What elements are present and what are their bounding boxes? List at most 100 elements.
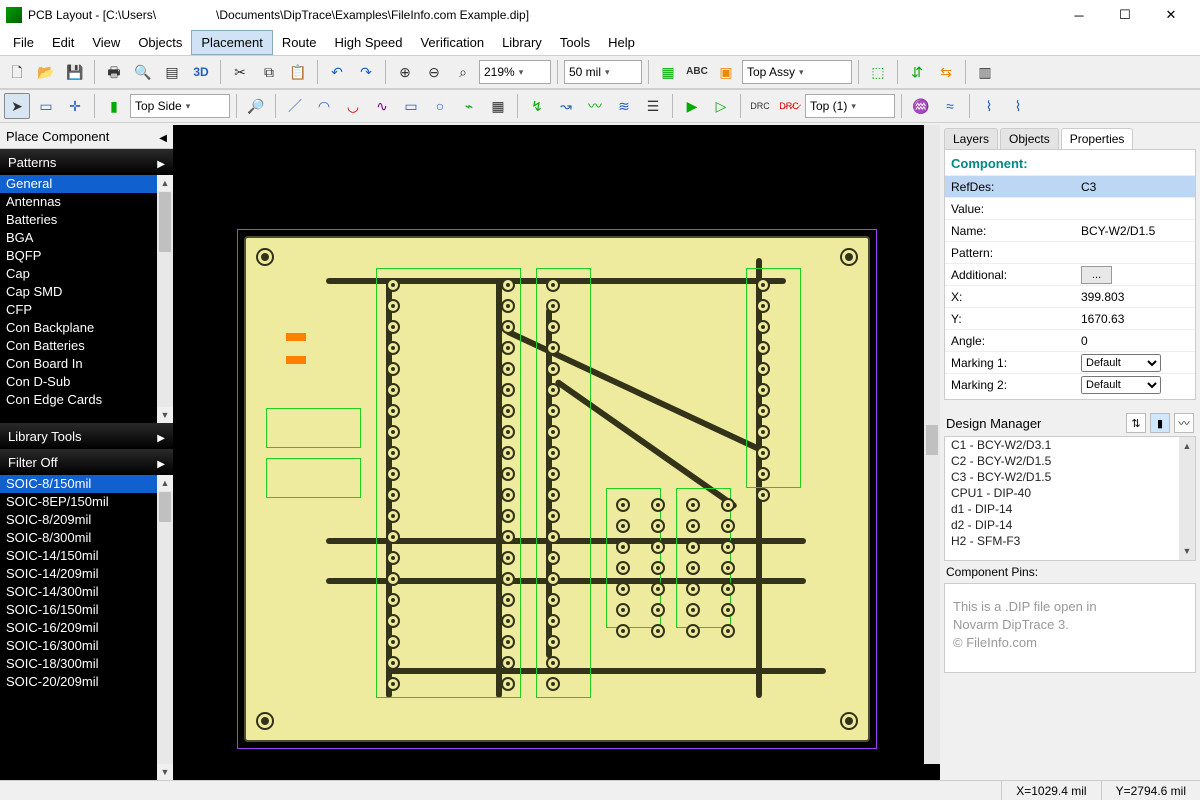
prop-angle[interactable]: Angle:0	[945, 329, 1195, 351]
footprint-item[interactable]: SOIC-16/209mil	[0, 619, 173, 637]
image-icon[interactable]: ▣	[713, 59, 739, 85]
table-icon[interactable]: ▦	[485, 93, 511, 119]
paste-icon[interactable]: 📋	[285, 59, 311, 85]
category-item[interactable]: Con Backplane	[0, 319, 173, 337]
footprint-scrollbar[interactable]: ▲▼	[157, 475, 173, 780]
prop-additional[interactable]: Additional:...	[945, 263, 1195, 285]
prop-name[interactable]: Name:BCY-W2/D1.5	[945, 219, 1195, 241]
tab-layers[interactable]: Layers	[944, 128, 998, 149]
dm-item[interactable]: C3 - BCY-W2/D1.5	[945, 469, 1195, 485]
zoom-out-icon[interactable]: ⊖	[421, 59, 447, 85]
side-select[interactable]: Top Side▾	[130, 94, 230, 118]
menu-placement[interactable]: Placement	[191, 30, 272, 55]
menu-high-speed[interactable]: High Speed	[326, 30, 412, 55]
arc-icon[interactable]: ◠	[311, 93, 337, 119]
diffpair2-icon[interactable]: ≈	[937, 93, 963, 119]
expand-icon[interactable]	[157, 155, 165, 170]
design-manager-list[interactable]: C1 - BCY-W2/D3.1C2 - BCY-W2/D1.5C3 - BCY…	[944, 436, 1196, 561]
cut-icon[interactable]: ✂	[227, 59, 253, 85]
library-tools-header[interactable]: Library Tools	[0, 423, 173, 449]
menu-verification[interactable]: Verification	[411, 30, 493, 55]
dm-scrollbar[interactable]: ▲ ▼	[1179, 437, 1195, 560]
dm-item[interactable]: C2 - BCY-W2/D1.5	[945, 453, 1195, 469]
footprint-item[interactable]: SOIC-16/150mil	[0, 601, 173, 619]
pointer-tool-icon[interactable]: ➤	[4, 93, 30, 119]
route-fan-icon[interactable]: ☰	[640, 93, 666, 119]
footprint-item[interactable]: SOIC-14/209mil	[0, 565, 173, 583]
marking1-select[interactable]: Default	[1081, 354, 1161, 372]
menu-file[interactable]: File	[4, 30, 43, 55]
assy-layer-select[interactable]: Top Assy▾	[742, 60, 852, 84]
place-component-header[interactable]: Place Component	[0, 125, 173, 149]
footprint-item[interactable]: SOIC-8EP/150mil	[0, 493, 173, 511]
footprint-item[interactable]: SOIC-8/300mil	[0, 529, 173, 547]
rect-icon[interactable]: ▭	[398, 93, 424, 119]
dm-item[interactable]: d2 - DIP-14	[945, 517, 1195, 533]
footprint-item[interactable]: SOIC-8/150mil	[0, 475, 173, 493]
additional-button[interactable]: ...	[1081, 266, 1112, 284]
collapse-icon[interactable]	[159, 129, 167, 144]
marking2-select[interactable]: Default	[1081, 376, 1161, 394]
signal-layer-select[interactable]: Top (1)▾	[805, 94, 895, 118]
preview-icon[interactable]: 🔍	[130, 59, 156, 85]
expand-icon[interactable]	[157, 455, 165, 470]
category-scrollbar[interactable]: ▲▼	[157, 175, 173, 423]
route-bus-icon[interactable]: ≋	[611, 93, 637, 119]
backannotate-icon[interactable]: ⇆	[933, 59, 959, 85]
menu-help[interactable]: Help	[599, 30, 644, 55]
category-list[interactable]: GeneralAntennasBatteriesBGABQFPCapCap SM…	[0, 175, 173, 423]
menu-library[interactable]: Library	[493, 30, 551, 55]
menu-objects[interactable]: Objects	[129, 30, 191, 55]
patterns-header[interactable]: Patterns	[0, 149, 173, 175]
drc-off-icon[interactable]: D̷R̷C̷	[776, 93, 802, 119]
footprint-item[interactable]: SOIC-20/209mil	[0, 673, 173, 691]
menu-tools[interactable]: Tools	[551, 30, 599, 55]
category-item[interactable]: Con Batteries	[0, 337, 173, 355]
measure-icon[interactable]: ▭	[33, 93, 59, 119]
close-button[interactable]: ✕	[1148, 0, 1194, 30]
drc-icon[interactable]: DRC	[747, 93, 773, 119]
category-item[interactable]: Cap	[0, 265, 173, 283]
component-icon[interactable]: ▮	[101, 93, 127, 119]
poly-icon[interactable]: ⌁	[456, 93, 482, 119]
dm-sort-icon[interactable]: ⇅	[1126, 413, 1146, 433]
redo-icon[interactable]: ↷	[353, 59, 379, 85]
arc2-icon[interactable]: ◡	[340, 93, 366, 119]
canvas-scrollbar-vertical[interactable]	[924, 125, 940, 764]
category-item[interactable]: BQFP	[0, 247, 173, 265]
find-icon[interactable]: 🔎	[243, 93, 269, 119]
footprint-list[interactable]: SOIC-8/150milSOIC-8EP/150milSOIC-8/209mi…	[0, 475, 173, 780]
route-manual-icon[interactable]: ↯	[524, 93, 550, 119]
menu-view[interactable]: View	[83, 30, 129, 55]
autoroute-stop-icon[interactable]: ▷	[708, 93, 734, 119]
text-tool-icon[interactable]: ABC	[684, 59, 710, 85]
category-item[interactable]: General	[0, 175, 173, 193]
footprint-item[interactable]: SOIC-8/209mil	[0, 511, 173, 529]
route-edit-icon[interactable]: ↝	[553, 93, 579, 119]
new-icon[interactable]: 🗋	[4, 59, 30, 85]
tab-objects[interactable]: Objects	[1000, 128, 1059, 149]
undo-icon[interactable]: ↶	[324, 59, 350, 85]
spline-icon[interactable]: ∿	[369, 93, 395, 119]
dm-net-icon[interactable]: 〰	[1174, 413, 1194, 433]
updatelib-icon[interactable]: ⇵	[904, 59, 930, 85]
menu-route[interactable]: Route	[273, 30, 326, 55]
dm-item[interactable]: d1 - DIP-14	[945, 501, 1195, 517]
prop-value[interactable]: Value:	[945, 197, 1195, 219]
prop-y[interactable]: Y:1670.63	[945, 307, 1195, 329]
circle-icon[interactable]: ○	[427, 93, 453, 119]
renumber-icon[interactable]: ⬚	[865, 59, 891, 85]
category-item[interactable]: BGA	[0, 229, 173, 247]
category-item[interactable]: Batteries	[0, 211, 173, 229]
zoom-in-icon[interactable]: ⊕	[392, 59, 418, 85]
grid-select[interactable]: 50 mil▾	[564, 60, 642, 84]
filter-header[interactable]: Filter Off	[0, 449, 173, 475]
diffpair-icon[interactable]: ♒	[908, 93, 934, 119]
prop-refdes[interactable]: RefDes:C3	[945, 175, 1195, 197]
layer-setup-icon[interactable]: ▦	[655, 59, 681, 85]
category-item[interactable]: Con Edge Cards	[0, 391, 173, 409]
minimize-button[interactable]: ─	[1056, 0, 1102, 30]
dm-item[interactable]: CPU1 - DIP-40	[945, 485, 1195, 501]
serpentine2-icon[interactable]: ⌇	[1005, 93, 1031, 119]
zoom-select[interactable]: 219%▾	[479, 60, 551, 84]
